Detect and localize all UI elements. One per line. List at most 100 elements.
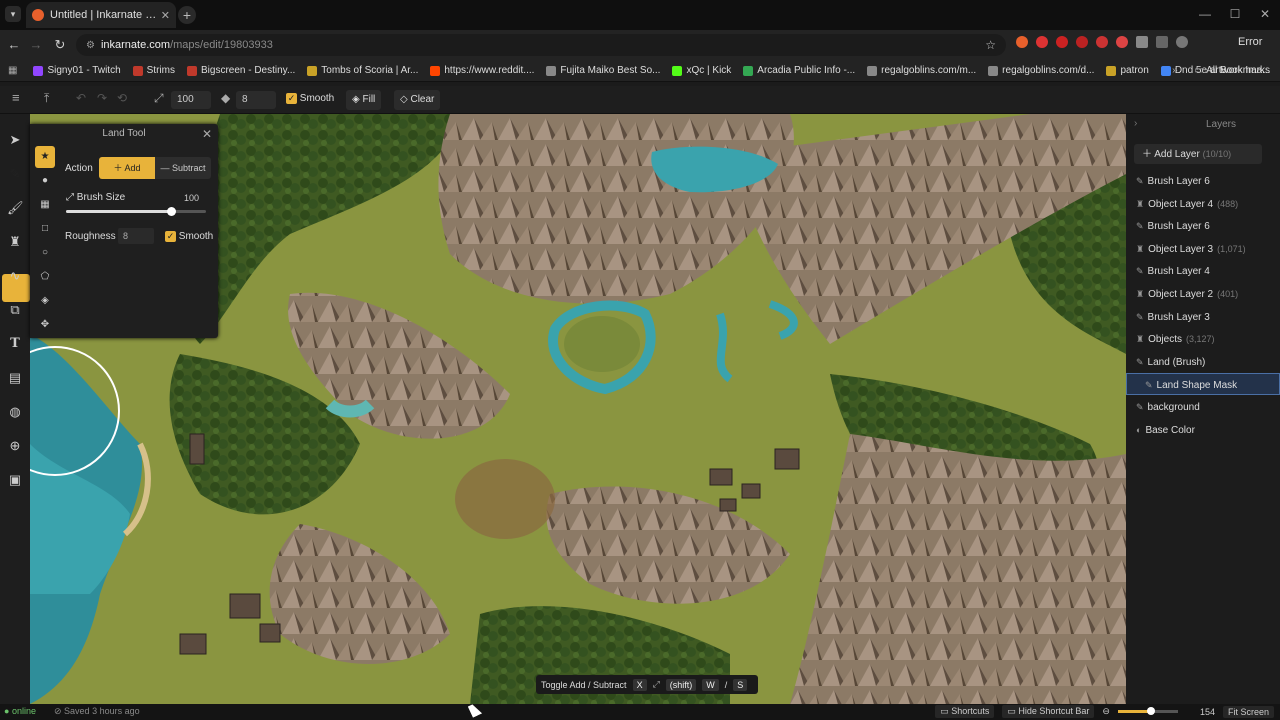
zoom-icon[interactable]: ⊕ [7,438,23,454]
text-tool-icon[interactable]: T [7,336,23,352]
shortcuts-button[interactable]: ▭ Shortcuts [935,705,995,718]
transform-icon[interactable]: ✥ [37,317,53,333]
fill-button[interactable]: ◈ Fill [346,90,382,110]
clear-button[interactable]: ◇ Clear [394,90,441,110]
site-info-icon[interactable]: ⚙ [86,40,95,51]
grid-brush-icon[interactable]: ▦ [37,197,53,213]
star-brush-icon[interactable]: ★ [37,149,53,165]
layer-item[interactable]: ✎ Brush Layer 4 [1126,260,1280,282]
minimize-icon[interactable]: — [1190,0,1220,30]
layer-item[interactable]: ✎ Brush Layer 3 [1126,306,1280,328]
subtract-label: Subtract [171,163,206,173]
extension-icon[interactable] [1056,36,1068,48]
tab-search-icon[interactable]: ▾ [5,6,21,22]
forward-icon[interactable]: → [28,37,44,53]
bookmarks-list: Signy01 - Twitch Strims Bigscreen - Destin… [33,65,1280,76]
bookmark-label: patron [1120,65,1149,76]
circle-outline-brush-icon[interactable]: ○ [37,245,53,261]
close-icon[interactable]: ✕ [202,127,212,141]
tab-close-icon[interactable]: ✕ [161,9,170,22]
layer-item[interactable]: ♜ Objects (3,127) [1126,328,1280,350]
menu-icon[interactable]: ≡ [12,90,20,105]
export-icon[interactable]: ⤒ [44,91,49,106]
bookmark-item[interactable]: Strims [132,65,175,76]
extension-icon[interactable] [1076,36,1088,48]
bookmark-item[interactable]: xQc | Kick [672,65,731,76]
back-icon[interactable]: ← [6,37,22,53]
hide-shortcut-bar-button[interactable]: ▭ Hide Shortcut Bar [1002,705,1095,718]
all-bookmarks-button[interactable]: » ▭ All Bookmarks [1172,65,1270,76]
object-tool-icon[interactable]: ♜ [7,234,23,250]
save-icon[interactable]: ▣ [7,472,23,488]
bookmark-item[interactable]: Tombs of Scoria | Ar... [307,65,418,76]
redo-icon[interactable]: ↷ [97,91,107,105]
notes-tool-icon[interactable]: ▤ [7,370,23,386]
layer-label: Object Layer 2 [1148,289,1214,300]
layer-item[interactable]: ✎ Brush Layer 6 [1126,170,1280,192]
brush-tool-icon[interactable]: 🖌 [7,200,24,216]
roughness-input[interactable]: 8 [236,91,276,109]
maximize-icon[interactable]: ☐ [1220,0,1250,30]
layer-item[interactable]: ✎ Land (Brush) [1126,351,1280,373]
fit-screen-button[interactable]: Fit Screen [1222,705,1274,718]
bookmark-item[interactable]: regalgoblins.com/m... [867,65,976,76]
new-tab-button[interactable]: + [178,6,196,24]
bookmark-item[interactable]: Fujita Maiko Best So... [546,65,660,76]
square-brush-icon[interactable]: □ [37,221,53,237]
profile-error-button[interactable]: Error [1238,36,1262,48]
layer-item[interactable]: ✎ Land Shape Mask [1126,373,1280,396]
bookmark-item[interactable]: patron [1106,65,1149,76]
layer-item[interactable]: ♜ Object Layer 2 (401) [1126,283,1280,305]
fill-bucket-icon[interactable]: ◈ [37,293,53,309]
add-button[interactable]: ＋ Add [99,157,155,179]
layer-item[interactable]: ♜ Object Layer 4 (488) [1126,193,1280,215]
bookmark-item[interactable]: https://www.reddit.... [430,65,534,76]
bookmark-star-icon[interactable]: ☆ [985,38,996,52]
extensions-puzzle-icon[interactable] [1136,36,1148,48]
bookmark-item[interactable]: Signy01 - Twitch [33,65,121,76]
apps-grid-icon[interactable]: ▦ [8,65,17,76]
extension-icon[interactable] [1096,36,1108,48]
object-layer-icon: ♜ [1136,334,1145,345]
smooth-toggle[interactable]: ✓ Smooth [286,93,334,104]
brush-size-slider[interactable] [66,207,206,216]
subtract-button[interactable]: — Subtract [155,157,211,179]
roughness-input[interactable]: 8 [118,228,154,244]
add-layer-button[interactable]: ＋ Add Layer (10/10) [1134,144,1262,164]
undo-icon[interactable]: ↶ [76,91,86,105]
layer-item[interactable]: ◐ Base Color [1126,419,1280,441]
layer-item[interactable]: ✎ Brush Layer 6 [1126,215,1280,237]
browser-tab[interactable]: Untitled | Inkarnate - Create Fa ✕ [26,2,176,28]
extension-icon[interactable] [1116,36,1128,48]
brush-size-value[interactable]: 100 [184,193,199,203]
slider-handle[interactable] [167,207,176,216]
land-tool-icon[interactable]: ✎ [7,166,23,182]
shape-tool-icon[interactable]: ⧉ [7,302,23,318]
close-window-icon[interactable]: ✕ [1250,0,1280,30]
path-tool-icon[interactable]: ∿ [7,268,23,284]
bookmark-item[interactable]: Arcadia Public Info -... [743,65,855,76]
chevron-right-icon[interactable]: » [1172,65,1178,76]
circle-brush-icon[interactable]: ● [37,173,53,189]
bookmark-item[interactable]: Bigscreen - Destiny... [186,65,295,76]
history-icon[interactable]: ⟲ [117,91,127,105]
brush-size-input[interactable]: 100 [171,91,211,109]
smooth-toggle[interactable]: ✓ Smooth [165,231,213,242]
select-tool-icon[interactable]: ➤ [7,132,23,148]
shortcut-key: S [733,678,748,691]
layer-item[interactable]: ♜ Object Layer 3 (1,071) [1126,238,1280,260]
zoom-slider[interactable] [1117,707,1178,715]
pentagon-brush-icon[interactable]: ⬠ [37,269,53,285]
extension-icon[interactable] [1036,36,1048,48]
profile-avatar-icon[interactable] [1176,36,1188,48]
media-control-icon[interactable] [1156,36,1168,48]
layer-item[interactable]: ✎ background [1126,396,1280,418]
extension-icon[interactable] [1016,36,1028,48]
fill-label: Fill [362,94,376,105]
url-field[interactable]: ⚙ inkarnate.com/maps/edit/19803933 ☆ [76,34,1006,56]
zoom-slider-handle[interactable] [1146,707,1155,715]
globe-icon[interactable]: ◍ [7,404,23,420]
bookmark-item[interactable]: regalgoblins.com/d... [988,65,1094,76]
reload-icon[interactable]: ↻ [52,37,68,53]
url-host: inkarnate.com [100,39,171,51]
